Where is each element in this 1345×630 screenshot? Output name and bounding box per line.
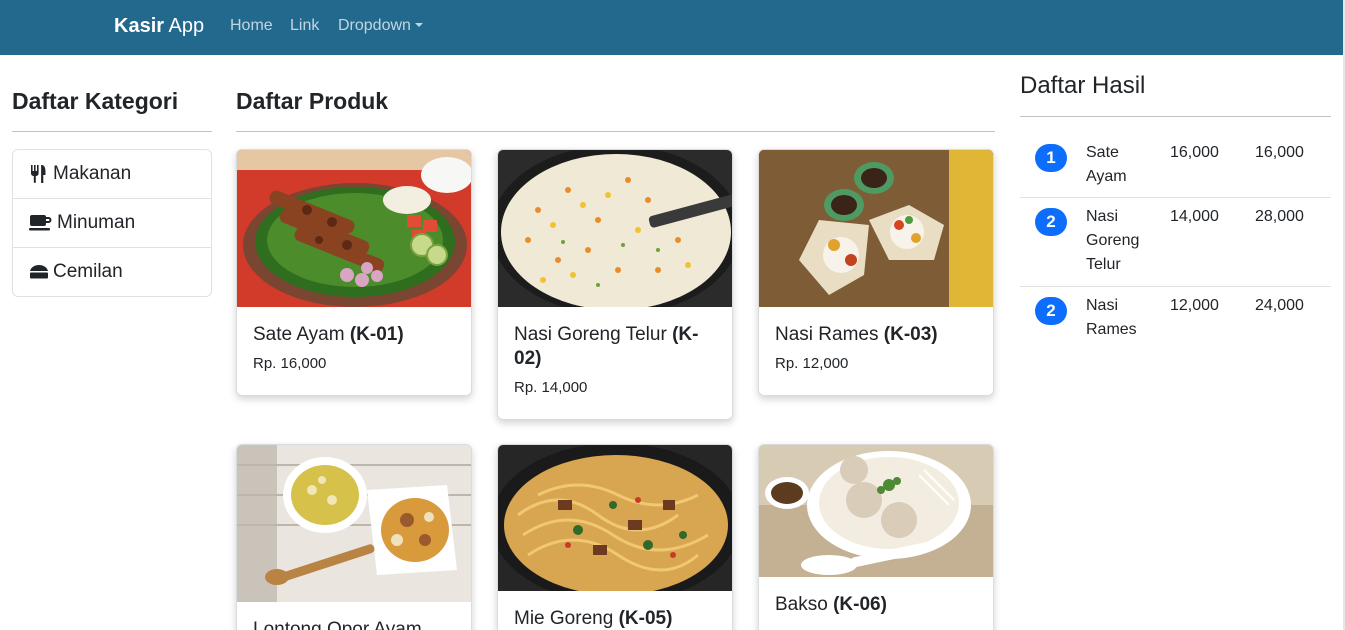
product-name-text: Bakso: [775, 594, 828, 615]
result-item-name: Nasi Goreng Telur: [1086, 208, 1140, 273]
product-card[interactable]: Mie Goreng (K-05): [497, 444, 733, 630]
product-image: [498, 150, 732, 307]
product-card[interactable]: Lontong Opor Ayam: [236, 444, 472, 630]
result-item-total: 16,000: [1255, 144, 1304, 161]
cheese-icon: [29, 262, 49, 282]
category-item-cemilan[interactable]: Cemilan: [13, 248, 211, 296]
brand-rest: App: [168, 15, 205, 37]
product-price: Rp. 16,000: [253, 355, 327, 372]
product-card[interactable]: Nasi Goreng Telur (K-02) Rp. 14,000: [497, 149, 733, 420]
product-name: Nasi Rames (K-03): [775, 323, 977, 347]
result-item-price: 12,000: [1170, 297, 1219, 314]
product-image: [237, 445, 471, 602]
product-code: (K-06): [833, 594, 887, 615]
category-item-makanan[interactable]: Makanan: [13, 150, 211, 199]
result-item-price: 16,000: [1170, 144, 1219, 161]
nav-link-link[interactable]: Link: [290, 17, 319, 35]
nav-dropdown[interactable]: Dropdown: [338, 17, 423, 35]
product-image: [759, 150, 993, 307]
result-item-name: Sate Ayam: [1086, 144, 1127, 185]
product-name: Bakso (K-06): [775, 593, 977, 617]
product-divider: [236, 131, 995, 132]
result-item-total: 28,000: [1255, 208, 1304, 225]
quantity-badge: 1: [1035, 144, 1067, 172]
result-item-price: 14,000: [1170, 208, 1219, 225]
category-item-minuman[interactable]: Minuman: [13, 199, 211, 248]
utensils-icon: [29, 164, 49, 184]
product-name-text: Nasi Goreng Telur: [514, 324, 667, 345]
product-title: Daftar Produk: [236, 88, 389, 114]
category-label: Makanan: [53, 163, 132, 184]
product-name-text: Nasi Rames: [775, 324, 879, 345]
product-price: Rp. 12,000: [775, 355, 849, 372]
quantity-badge: 2: [1035, 208, 1067, 236]
product-name: Sate Ayam (K-01): [253, 323, 455, 347]
brand-logo[interactable]: Kasir App: [114, 15, 204, 38]
navbar: Kasir App Home Link Dropdown: [0, 0, 1345, 55]
product-code: (K-01): [349, 324, 404, 345]
category-divider: [12, 131, 212, 132]
result-row[interactable]: 2 Nasi Rames 12,000 24,000: [1020, 287, 1331, 347]
result-row[interactable]: 2 Nasi Goreng Telur 14,000 28,000: [1020, 198, 1331, 287]
product-name: Mie Goreng (K-05): [514, 607, 716, 630]
brand-bold: Kasir: [114, 15, 165, 37]
product-name-text: Mie Goreng: [514, 608, 614, 629]
product-image: [759, 445, 993, 577]
category-label: Minuman: [57, 212, 136, 233]
product-image: [498, 445, 732, 591]
product-card[interactable]: Nasi Rames (K-03) Rp. 12,000: [758, 149, 994, 396]
nav-home-link[interactable]: Home: [230, 17, 273, 35]
result-title: Daftar Hasil: [1020, 72, 1146, 99]
category-label: Cemilan: [53, 261, 123, 282]
product-card[interactable]: Bakso (K-06): [758, 444, 994, 630]
category-title: Daftar Kategori: [12, 88, 179, 114]
result-item-total: 24,000: [1255, 297, 1304, 314]
caret-down-icon: [414, 23, 423, 27]
quantity-badge: 2: [1035, 297, 1067, 325]
product-price: Rp. 14,000: [514, 379, 588, 396]
result-divider: [1020, 116, 1331, 117]
category-list: Makanan Minuman Cemilan: [12, 149, 212, 297]
product-image: [237, 150, 471, 307]
product-code: (K-03): [883, 324, 938, 345]
product-code: (K-05): [618, 608, 673, 629]
nav-dropdown-label: Dropdown: [338, 17, 411, 34]
product-name-text: Sate Ayam: [253, 324, 345, 345]
product-name: Lontong Opor Ayam: [253, 618, 455, 630]
product-card[interactable]: Sate Ayam (K-01) Rp. 16,000: [236, 149, 472, 396]
product-name-text: Lontong Opor Ayam: [253, 619, 422, 630]
product-name: Nasi Goreng Telur (K-02): [514, 323, 716, 371]
result-item-name: Nasi Rames: [1086, 297, 1137, 338]
coffee-icon: [29, 213, 53, 233]
result-row[interactable]: 1 Sate Ayam 16,000 16,000: [1020, 131, 1331, 198]
